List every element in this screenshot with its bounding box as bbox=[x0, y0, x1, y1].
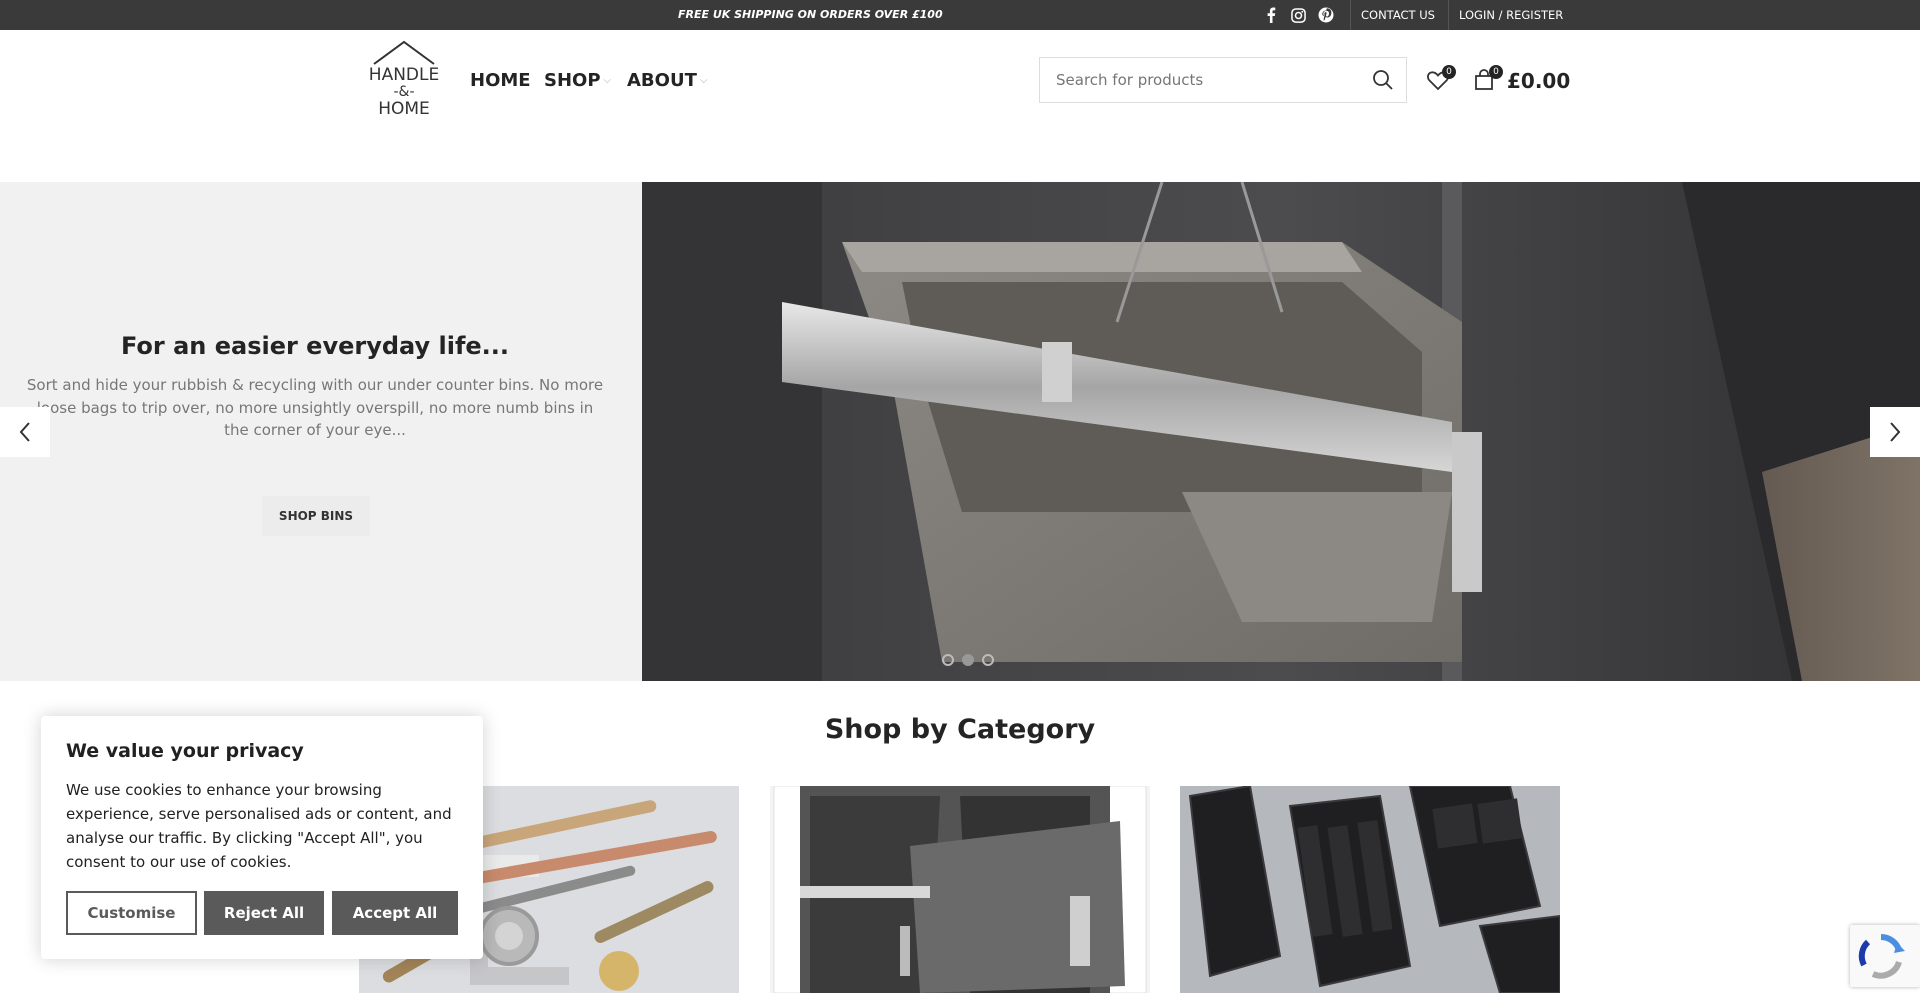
nav-about-label: ABOUT bbox=[627, 70, 697, 91]
hero-bin-image bbox=[642, 182, 1920, 681]
slider-dots bbox=[942, 654, 994, 666]
wishlist-count-badge: 0 bbox=[1442, 65, 1456, 79]
logo-text-amp: -&- bbox=[393, 84, 414, 100]
facebook-icon[interactable] bbox=[1261, 5, 1281, 25]
nav-shop-label: SHOP bbox=[544, 70, 601, 91]
shop-bins-button[interactable]: SHOP BINS bbox=[262, 496, 370, 536]
customise-button[interactable]: Customise bbox=[66, 891, 197, 935]
contact-us-link[interactable]: CONTACT US bbox=[1361, 8, 1435, 22]
search-icon[interactable] bbox=[1372, 69, 1394, 91]
site-logo[interactable]: HANDLE -&- HOME bbox=[356, 30, 452, 126]
nav-home[interactable]: HOME bbox=[470, 70, 531, 91]
shipping-promo: FREE UK SHIPPING ON ORDERS OVER £100 bbox=[678, 8, 943, 21]
logo-text-home: HOME bbox=[378, 99, 430, 119]
cart-count-badge: 0 bbox=[1489, 65, 1503, 79]
chevron-right-icon bbox=[1890, 422, 1901, 442]
top-bar: FREE UK SHIPPING ON ORDERS OVER £100 CON… bbox=[0, 0, 1920, 30]
hero-slider: For an easier everyday life... Sort and … bbox=[0, 182, 1920, 681]
nav-home-label: HOME bbox=[470, 70, 531, 91]
next-slide-button[interactable] bbox=[1870, 407, 1920, 457]
cookie-text: We use cookies to enhance your browsing … bbox=[66, 781, 452, 871]
divider bbox=[1350, 0, 1351, 30]
category-tile-drawer-organisers[interactable] bbox=[1180, 786, 1560, 993]
chevron-down-icon: ⌵ bbox=[603, 75, 612, 86]
wishlist-icon[interactable]: 0 bbox=[1426, 65, 1456, 94]
cookie-consent-dialog: We value your privacy We use cookies to … bbox=[41, 716, 483, 959]
chevron-down-icon: ⌵ bbox=[699, 75, 708, 86]
cart-total[interactable]: £0.00 bbox=[1507, 69, 1570, 93]
slide-dot-active[interactable] bbox=[962, 654, 974, 666]
search-input[interactable] bbox=[1040, 58, 1360, 102]
recaptcha-icon bbox=[1858, 934, 1905, 979]
recaptcha-badge[interactable] bbox=[1850, 925, 1920, 987]
hero-title: For an easier everyday life... bbox=[120, 332, 510, 360]
cookie-title: We value your privacy bbox=[66, 740, 304, 762]
accept-all-button[interactable]: Accept All bbox=[332, 891, 458, 935]
cart-icon[interactable]: 0 bbox=[1472, 65, 1503, 94]
login-register-link[interactable]: LOGIN / REGISTER bbox=[1459, 8, 1563, 22]
category-tile-bins[interactable] bbox=[770, 786, 1150, 993]
pinterest-icon[interactable] bbox=[1316, 5, 1336, 25]
instagram-icon[interactable] bbox=[1288, 5, 1308, 25]
reject-all-button[interactable]: Reject All bbox=[204, 891, 324, 935]
slide-dot[interactable] bbox=[982, 654, 994, 666]
slide-dot[interactable] bbox=[942, 654, 954, 666]
nav-shop[interactable]: SHOP ⌵ bbox=[544, 70, 611, 91]
chevron-left-icon bbox=[19, 422, 30, 442]
hero-description: Sort and hide your rubbish & recycling w… bbox=[26, 376, 604, 439]
prev-slide-button[interactable] bbox=[0, 407, 50, 457]
nav-about[interactable]: ABOUT ⌵ bbox=[627, 70, 707, 91]
logo-text-handle: HANDLE bbox=[369, 65, 439, 85]
divider bbox=[1448, 0, 1449, 30]
search-box bbox=[1039, 57, 1407, 103]
